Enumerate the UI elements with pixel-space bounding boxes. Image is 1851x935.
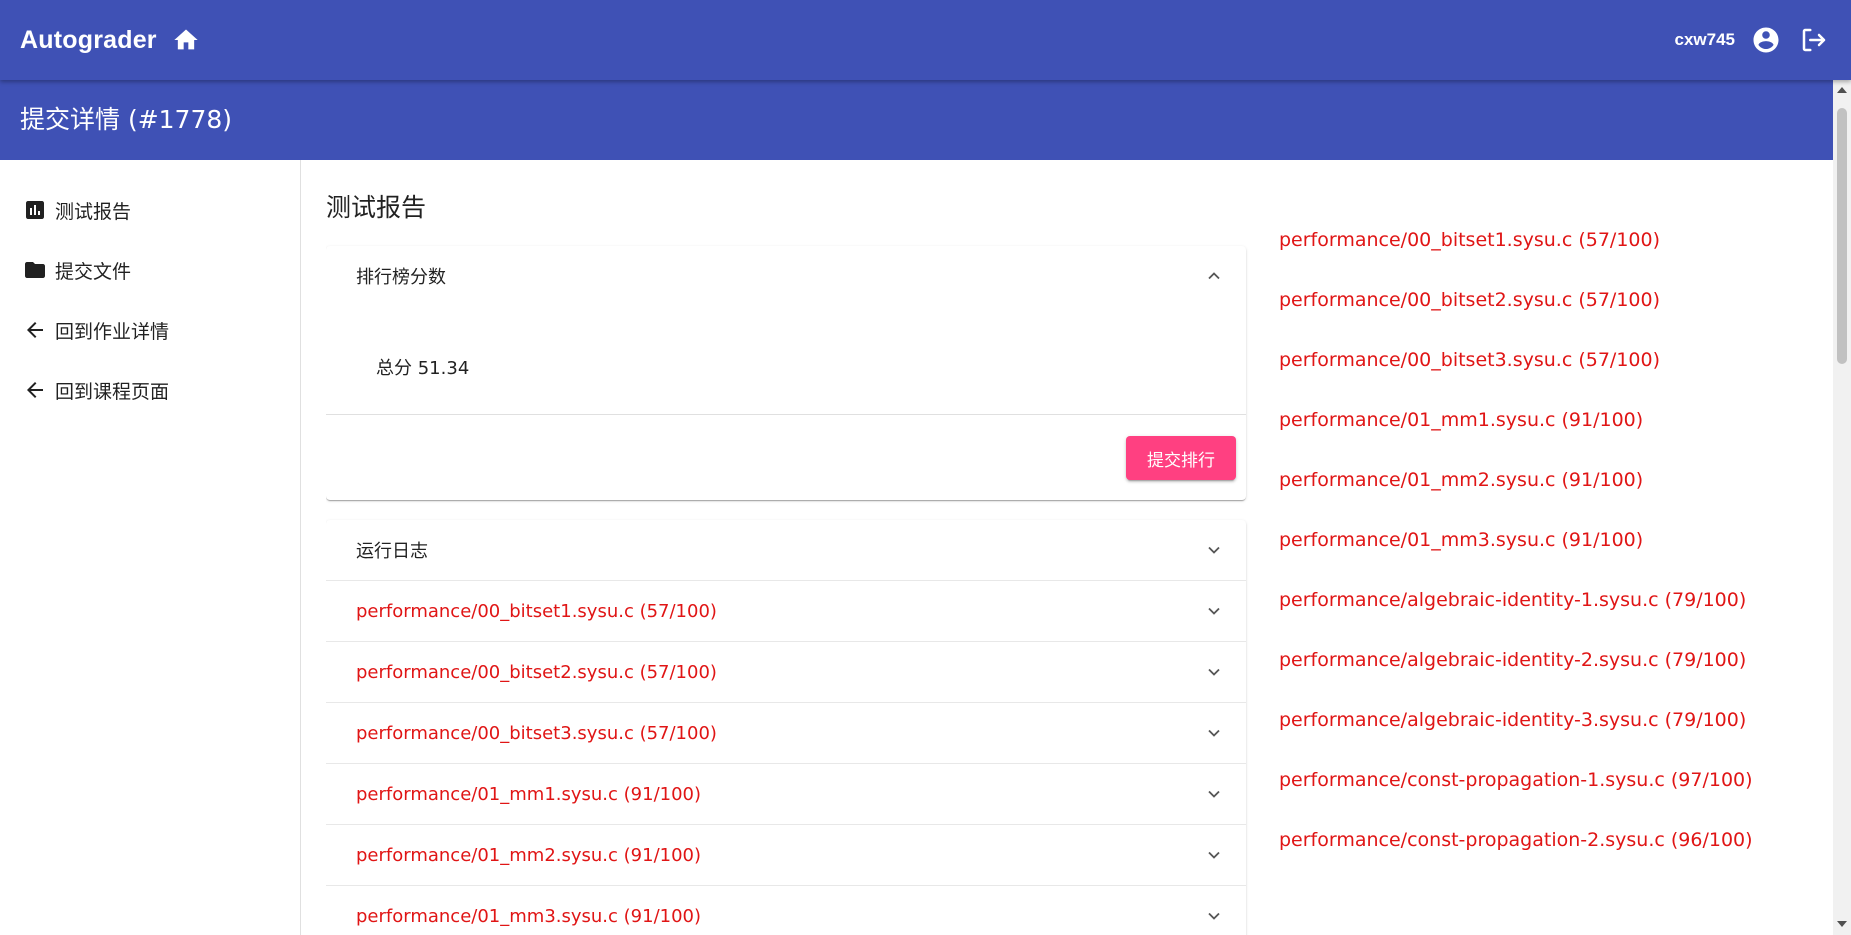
run-log-panel-title: 运行日志 — [356, 541, 428, 562]
chevron-up-icon[interactable] — [1206, 268, 1222, 284]
app-title[interactable]: Autograder — [20, 26, 157, 55]
run-log-panel-header[interactable]: 运行日志 — [326, 520, 1246, 580]
test-case-link[interactable]: performance/algebraic-identity-3.sysu.c … — [1279, 700, 1799, 760]
scroll-down-arrow[interactable] — [1837, 921, 1847, 927]
leaderboard-panel-title: 排行榜分数 — [356, 267, 446, 288]
test-case-link[interactable]: performance/00_bitset3.sysu.c (57/100) — [1279, 340, 1799, 400]
chevron-down-icon[interactable] — [1206, 725, 1222, 741]
sidebar-item-label: 提交文件 — [55, 260, 132, 283]
test-case-link[interactable]: performance/algebraic-identity-1.sysu.c … — [1279, 580, 1799, 640]
username: cxw745 — [1674, 30, 1736, 49]
sidebar-item-test-report[interactable]: 测试报告 — [0, 180, 300, 240]
sidebar-item-back-to-course[interactable]: 回到课程页面 — [0, 360, 300, 420]
brand[interactable]: Autograder — [20, 22, 203, 58]
submission-title: 提交详情 (#1778) — [20, 105, 233, 134]
account-circle-icon[interactable] — [1749, 23, 1783, 57]
arrow-left-icon — [22, 317, 48, 343]
chevron-down-icon[interactable] — [1206, 847, 1222, 863]
chevron-down-icon[interactable] — [1206, 542, 1222, 558]
log-item-label: performance/01_mm3.sysu.c (91/100) — [356, 905, 702, 927]
log-item[interactable]: performance/01_mm3.sysu.c (91/100) — [326, 885, 1246, 935]
test-case-link[interactable]: performance/01_mm1.sysu.c (91/100) — [1279, 400, 1799, 460]
log-item-label: performance/00_bitset2.sysu.c (57/100) — [356, 661, 717, 683]
log-item[interactable]: performance/00_bitset2.sysu.c (57/100) — [326, 641, 1246, 702]
log-item[interactable]: performance/00_bitset1.sysu.c (57/100) — [326, 580, 1246, 641]
sidebar-item-label: 回到课程页面 — [55, 380, 170, 403]
bar-chart-icon — [22, 197, 48, 223]
scroll-up-arrow[interactable] — [1837, 87, 1847, 93]
test-case-link[interactable]: performance/const-propagation-2.sysu.c (… — [1279, 820, 1799, 880]
panel-divider — [326, 414, 1246, 415]
logout-icon[interactable] — [1797, 23, 1831, 57]
log-item[interactable]: performance/01_mm2.sysu.c (91/100) — [326, 824, 1246, 885]
sidebar-item-label: 测试报告 — [55, 200, 132, 223]
sidebar-item-label: 回到作业详情 — [55, 320, 170, 343]
log-item-label: performance/00_bitset1.sysu.c (57/100) — [356, 600, 717, 622]
total-score-value: 51.34 — [417, 358, 470, 379]
main-content: 测试报告 排行榜分数 总分 51.34 提交排行 运行日志 performanc… — [326, 160, 1806, 935]
arrow-left-icon — [22, 377, 48, 403]
test-case-link[interactable]: performance/const-propagation-1.sysu.c (… — [1279, 760, 1799, 820]
test-case-link[interactable]: performance/01_mm2.sysu.c (91/100) — [1279, 460, 1799, 520]
sidebar-item-back-to-assignment[interactable]: 回到作业详情 — [0, 300, 300, 360]
submit-ranking-button[interactable]: 提交排行 — [1126, 436, 1236, 480]
user-area: cxw745 — [1675, 22, 1832, 58]
chevron-down-icon[interactable] — [1206, 664, 1222, 680]
log-item[interactable]: performance/01_mm1.sysu.c (91/100) — [326, 763, 1246, 824]
run-log-panel: 运行日志 performance/00_bitset1.sysu.c (57/1… — [326, 520, 1246, 935]
page-title: 测试报告 — [326, 193, 427, 222]
test-case-list: performance/00_bitset1.sysu.c (57/100) p… — [1279, 220, 1799, 880]
leaderboard-panel-header[interactable]: 排行榜分数 — [326, 246, 1246, 306]
log-item[interactable]: performance/00_bitset3.sysu.c (57/100) — [326, 702, 1246, 763]
scroll-thumb[interactable] — [1837, 108, 1847, 364]
app-bar: Autograder cxw745 — [0, 0, 1851, 80]
total-score-label: 总分 — [376, 358, 412, 379]
test-case-link[interactable]: performance/00_bitset1.sysu.c (57/100) — [1279, 220, 1799, 280]
chevron-down-icon[interactable] — [1206, 786, 1222, 802]
test-case-link[interactable]: performance/00_bitset2.sysu.c (57/100) — [1279, 280, 1799, 340]
log-item-label: performance/01_mm1.sysu.c (91/100) — [356, 783, 702, 805]
home-icon[interactable] — [169, 23, 203, 57]
total-score: 总分 51.34 — [376, 354, 469, 380]
folder-icon — [22, 257, 48, 283]
log-item-label: performance/00_bitset3.sysu.c (57/100) — [356, 722, 717, 744]
page-header-bar: 提交详情 (#1778) — [0, 80, 1833, 160]
leaderboard-score-panel: 排行榜分数 总分 51.34 提交排行 — [326, 246, 1246, 500]
test-case-link[interactable]: performance/algebraic-identity-2.sysu.c … — [1279, 640, 1799, 700]
page-scrollbar[interactable] — [1833, 80, 1851, 935]
test-case-link[interactable]: performance/01_mm3.sysu.c (91/100) — [1279, 520, 1799, 580]
chevron-down-icon[interactable] — [1206, 908, 1222, 924]
chevron-down-icon[interactable] — [1206, 603, 1222, 619]
log-item-label: performance/01_mm2.sysu.c (91/100) — [356, 844, 702, 866]
sidebar-item-submitted-files[interactable]: 提交文件 — [0, 240, 300, 300]
sidebar: 测试报告 提交文件 回到作业详情 回到课程页面 — [0, 160, 301, 935]
